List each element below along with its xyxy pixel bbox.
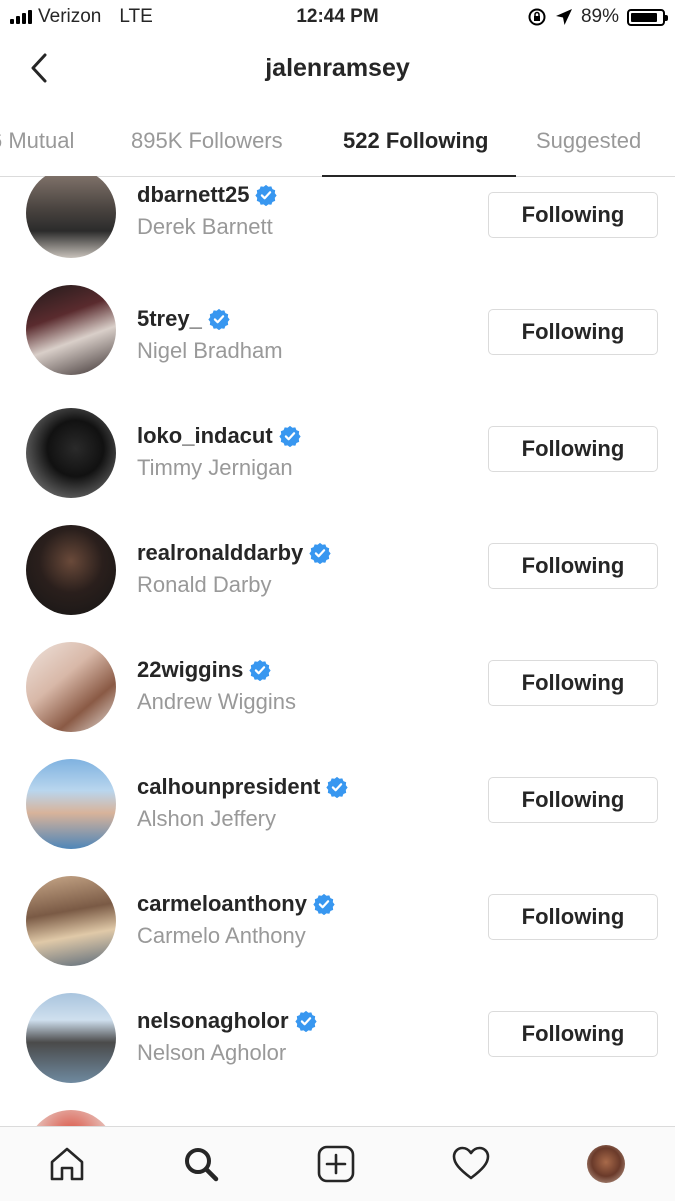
tab-following[interactable]: 522 Following — [343, 128, 488, 154]
following-button[interactable]: Following — [488, 1011, 658, 1057]
tab-mutual[interactable]: 6 Mutual — [0, 128, 74, 154]
following-button[interactable]: Following — [488, 543, 658, 589]
username[interactable]: 22wiggins — [137, 657, 243, 683]
verified-badge-icon — [255, 184, 278, 206]
list-item[interactable]: dbarnett25 Derek Barnett Following — [0, 176, 675, 285]
following-button[interactable]: Following — [488, 426, 658, 472]
following-list[interactable]: dbarnett25 Derek Barnett Following 5trey… — [0, 176, 675, 1126]
verified-badge-icon — [279, 425, 301, 447]
list-item[interactable]: loko_indacut Timmy Jernigan Following — [0, 402, 675, 519]
full-name: Timmy Jernigan — [137, 455, 293, 480]
follow-tabs: 6 Mutual 895K Followers 522 Following Su… — [0, 102, 675, 177]
full-name: Ronald Darby — [137, 572, 272, 597]
home-icon[interactable] — [46, 1143, 88, 1185]
tab-followers[interactable]: 895K Followers — [131, 128, 283, 154]
full-name: Alshon Jeffery — [137, 806, 277, 831]
list-item[interactable]: 5trey_ Nigel Bradham Following — [0, 285, 675, 402]
profile-header: jalenramsey — [0, 36, 675, 102]
avatar[interactable] — [587, 1145, 625, 1183]
verified-badge-icon — [249, 659, 271, 681]
rotation-lock-icon — [528, 8, 546, 26]
username[interactable]: calhounpresident — [137, 774, 320, 800]
username[interactable]: realronalddarby — [137, 540, 303, 566]
full-name: Andrew Wiggins — [137, 689, 296, 714]
avatar[interactable] — [26, 1110, 116, 1126]
avatar[interactable] — [26, 876, 116, 966]
verified-badge-icon — [309, 542, 331, 564]
list-item[interactable]: 22wiggins Andrew Wiggins Following — [0, 636, 675, 753]
following-button[interactable]: Following — [488, 777, 658, 823]
list-item[interactable]: realronalddarby Ronald Darby Following — [0, 519, 675, 636]
following-button[interactable]: Following — [488, 894, 658, 940]
search-icon[interactable] — [180, 1143, 222, 1185]
username[interactable]: loko_indacut — [137, 423, 273, 449]
verified-badge-icon — [294, 1010, 317, 1032]
page-title: jalenramsey — [265, 54, 410, 82]
verified-badge-icon — [313, 893, 335, 915]
avatar[interactable] — [26, 176, 116, 258]
list-item[interactable]: nelsonagholor Nelson Agholor Following — [0, 987, 675, 1104]
following-button[interactable]: Following — [488, 192, 658, 238]
location-arrow-icon — [555, 9, 572, 25]
full-name: Derek Barnett — [137, 214, 273, 239]
avatar[interactable] — [26, 993, 116, 1083]
full-name: Nigel Bradham — [137, 338, 283, 363]
list-item[interactable]: calhounpresident Alshon Jeffery Followin… — [0, 753, 675, 870]
bottom-navigation — [0, 1126, 675, 1201]
username[interactable]: dbarnett25 — [137, 182, 249, 208]
avatar[interactable] — [26, 759, 116, 849]
tab-suggested[interactable]: Suggested — [536, 128, 641, 154]
avatar[interactable] — [26, 642, 116, 732]
verified-badge-icon — [208, 308, 230, 330]
new-post-icon[interactable] — [315, 1143, 357, 1185]
username[interactable]: 5trey_ — [137, 306, 202, 332]
username[interactable]: nelsonagholor — [137, 1008, 289, 1034]
verified-badge-icon — [326, 776, 348, 798]
full-name: Carmelo Anthony — [137, 923, 306, 948]
list-item[interactable]: carmeloanthony Carmelo Anthony Following — [0, 870, 675, 987]
avatar[interactable] — [26, 525, 116, 615]
battery-icon — [627, 8, 668, 26]
battery-percentage: 89% — [580, 6, 619, 27]
activity-heart-icon[interactable] — [450, 1143, 492, 1185]
avatar[interactable] — [26, 408, 116, 498]
following-button[interactable]: Following — [488, 309, 658, 355]
username[interactable]: carmeloanthony — [137, 891, 307, 917]
list-item[interactable] — [0, 1104, 675, 1126]
full-name: Nelson Agholor — [137, 1040, 287, 1065]
following-button[interactable]: Following — [488, 660, 658, 706]
avatar[interactable] — [26, 285, 116, 375]
status-bar: Verizon LTE 12:44 PM 89% — [0, 0, 675, 36]
profile-avatar[interactable] — [585, 1143, 627, 1185]
